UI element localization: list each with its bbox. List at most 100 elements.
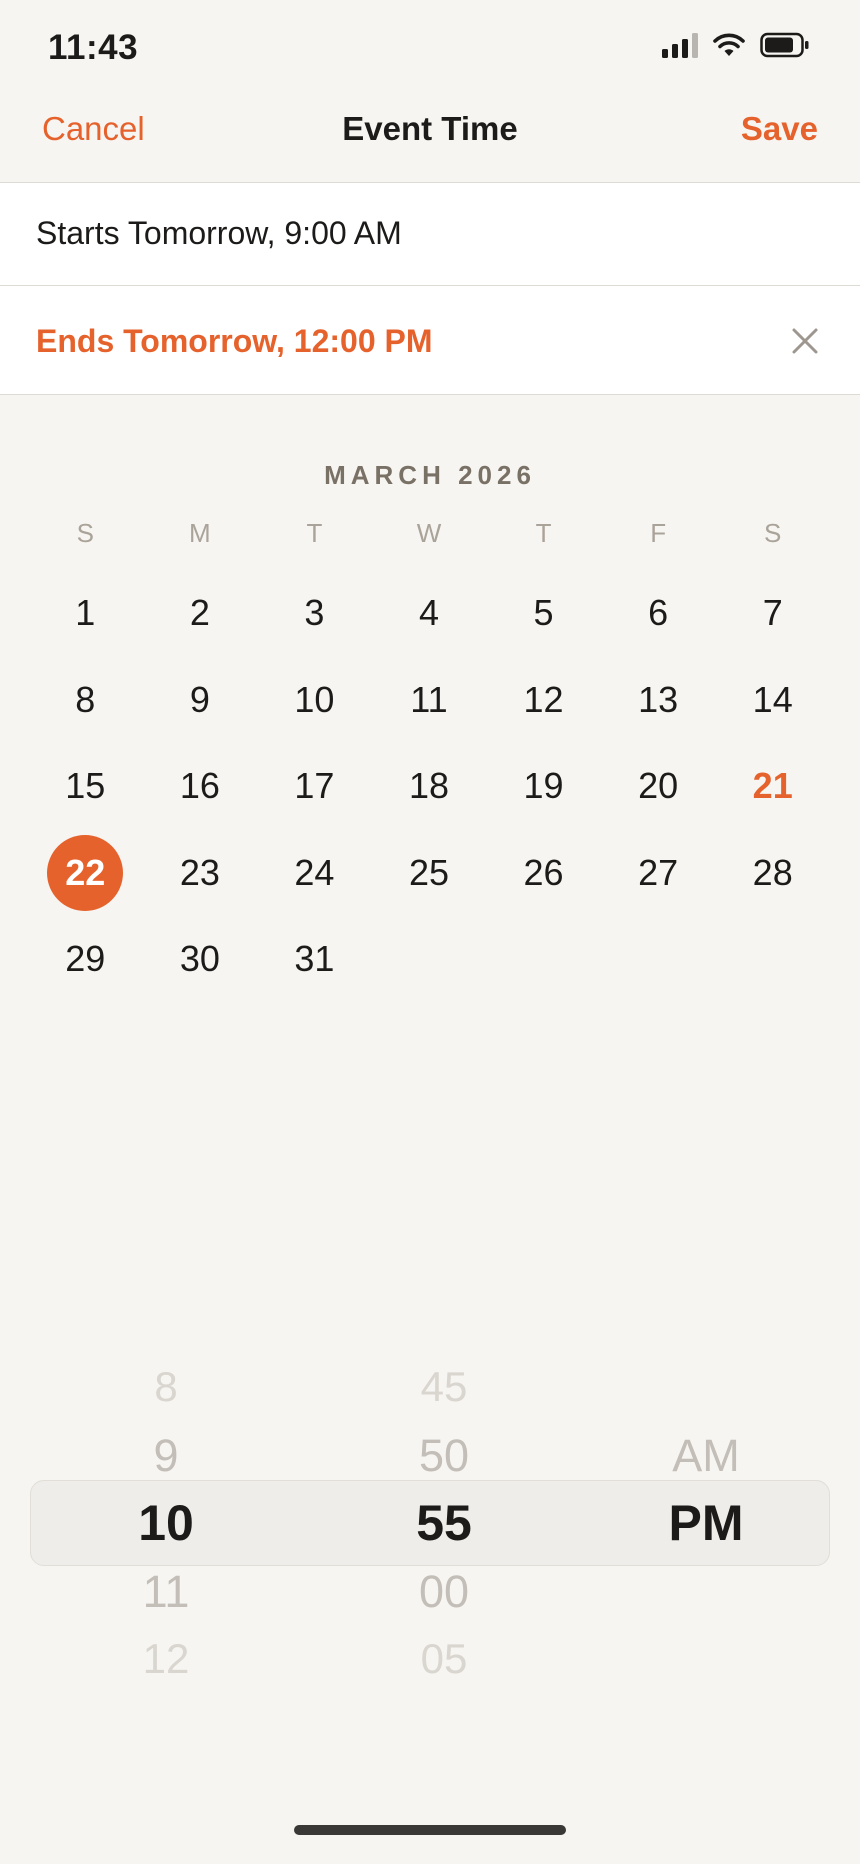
- calendar-day-label: 6: [648, 592, 669, 634]
- calendar-day[interactable]: 23: [143, 830, 258, 917]
- calendar-day[interactable]: 5: [486, 570, 601, 657]
- calendar-day[interactable]: 21: [715, 743, 830, 830]
- calendar-day[interactable]: 10: [257, 657, 372, 744]
- weekday-label: T: [306, 518, 323, 548]
- calendar-day-label: 19: [523, 765, 564, 807]
- wifi-icon: [713, 33, 745, 56]
- calendar-day[interactable]: 25: [372, 830, 487, 917]
- month-title: MARCH 2026: [324, 460, 536, 490]
- calendar-day[interactable]: 4: [372, 570, 487, 657]
- calendar-day-label: 2: [189, 592, 210, 634]
- period-option[interactable]: AM: [606, 1433, 806, 1478]
- calendar-day-label: 25: [408, 851, 450, 893]
- calendar-day-label: 10: [294, 678, 335, 720]
- weekday-label: M: [189, 518, 211, 548]
- calendar-day-label: 4: [418, 592, 439, 634]
- calendar-day-label: 28: [752, 851, 793, 893]
- hour-option[interactable]: 8: [66, 1366, 266, 1408]
- end-time-label: Ends Tomorrow, 12:00 PM: [36, 323, 433, 359]
- minute-option[interactable]: 00: [344, 1569, 544, 1614]
- weekday-label: T: [535, 518, 552, 548]
- clear-end-time-button[interactable]: [780, 316, 830, 366]
- nav-bar: Cancel Event Time Save: [0, 96, 860, 182]
- calendar-day-label: 20: [638, 765, 679, 807]
- calendar-day[interactable]: 29: [28, 916, 143, 1003]
- weekday-header: SMTWTFS: [28, 518, 830, 549]
- minute-option[interactable]: 05: [344, 1638, 544, 1680]
- calendar-day[interactable]: 12: [486, 657, 601, 744]
- calendar-grid: 1 2 3 4 5 6 7 8 9 10 11 12 13 14 15 16 17 18 19 20 21 22 23 24 2…: [28, 570, 830, 1003]
- calendar-day-label: 31: [294, 938, 335, 980]
- period-wheel[interactable]: AM PM: [606, 1320, 806, 1720]
- minute-wheel[interactable]: 45 50 55 00 05: [344, 1320, 544, 1720]
- calendar-day-label: 7: [762, 592, 783, 634]
- signal-icon: [662, 32, 698, 58]
- calendar-day-label: 3: [304, 592, 325, 634]
- calendar-day[interactable]: 1: [28, 570, 143, 657]
- calendar-day-label: 23: [179, 851, 220, 893]
- minute-option[interactable]: 45: [344, 1366, 544, 1408]
- status-icons: [662, 32, 810, 58]
- hour-wheel[interactable]: 8 9 10 11 12: [66, 1320, 266, 1720]
- calendar-day[interactable]: 20: [601, 743, 716, 830]
- calendar-day[interactable]: 19: [486, 743, 601, 830]
- calendar-day-label: 30: [179, 938, 220, 980]
- battery-icon: [760, 32, 809, 58]
- calendar-day-label: 12: [523, 678, 564, 720]
- minute-option[interactable]: 50: [344, 1433, 544, 1478]
- hour-option[interactable]: 9: [66, 1433, 266, 1478]
- page-title: Event Time: [342, 110, 518, 147]
- calendar-day[interactable]: 6: [601, 570, 716, 657]
- calendar-day[interactable]: 26: [486, 830, 601, 917]
- status-bar: 11:43: [0, 0, 860, 96]
- calendar-day-label: 22: [47, 834, 124, 911]
- weekday-label: S: [76, 518, 94, 548]
- calendar-day-label: 9: [189, 678, 210, 720]
- calendar-day[interactable]: 2: [143, 570, 258, 657]
- calendar-day[interactable]: 24: [257, 830, 372, 917]
- time-picker[interactable]: 8 9 10 11 12 45 50 55 00 05 AM PM: [0, 1320, 860, 1720]
- calendar-day-label: 15: [65, 765, 106, 807]
- calendar-day[interactable]: 17: [257, 743, 372, 830]
- home-indicator: [294, 1825, 566, 1835]
- start-time-row[interactable]: Starts Tomorrow, 9:00 AM: [0, 182, 860, 286]
- calendar-day-label: 17: [294, 765, 335, 807]
- calendar-day-label: 26: [523, 851, 564, 893]
- calendar-day-label: 24: [294, 851, 335, 893]
- calendar-day-label: 18: [408, 765, 450, 807]
- calendar-day[interactable]: 8: [28, 657, 143, 744]
- minute-option[interactable]: 55: [344, 1498, 544, 1548]
- calendar-day[interactable]: 27: [601, 830, 716, 917]
- calendar-day-label: 27: [638, 851, 679, 893]
- calendar-day-label: 11: [410, 678, 448, 720]
- calendar-day[interactable]: 9: [143, 657, 258, 744]
- calendar-day-label: 16: [179, 765, 220, 807]
- calendar-day[interactable]: 30: [143, 916, 258, 1003]
- calendar-day[interactable]: 15: [28, 743, 143, 830]
- hour-option[interactable]: 10: [66, 1498, 266, 1548]
- calendar-day[interactable]: 13: [601, 657, 716, 744]
- calendar-day[interactable]: 31: [257, 916, 372, 1003]
- hour-option[interactable]: 11: [66, 1569, 266, 1614]
- close-icon: [792, 328, 818, 354]
- calendar-day[interactable]: 14: [715, 657, 830, 744]
- save-button[interactable]: Save: [741, 110, 818, 148]
- period-option[interactable]: PM: [606, 1498, 806, 1548]
- calendar-day[interactable]: 28: [715, 830, 830, 917]
- calendar-day-label: 14: [752, 678, 793, 720]
- calendar-day[interactable]: 16: [143, 743, 258, 830]
- calendar-day[interactable]: 22: [28, 830, 143, 917]
- calendar-day[interactable]: 3: [257, 570, 372, 657]
- calendar-day-label: 5: [533, 592, 554, 634]
- calendar-day-label: 13: [638, 678, 679, 720]
- weekday-label: F: [650, 518, 667, 548]
- calendar-day[interactable]: 11: [372, 657, 487, 744]
- calendar-day-label: 21: [752, 765, 793, 807]
- calendar-day[interactable]: 7: [715, 570, 830, 657]
- calendar-day-label: 1: [75, 592, 96, 634]
- calendar-day[interactable]: 18: [372, 743, 487, 830]
- start-time-label: Starts Tomorrow, 9:00 AM: [36, 215, 402, 251]
- end-time-row[interactable]: Ends Tomorrow, 12:00 PM: [0, 285, 860, 395]
- calendar-day-label: 29: [65, 938, 106, 980]
- hour-option[interactable]: 12: [66, 1638, 266, 1680]
